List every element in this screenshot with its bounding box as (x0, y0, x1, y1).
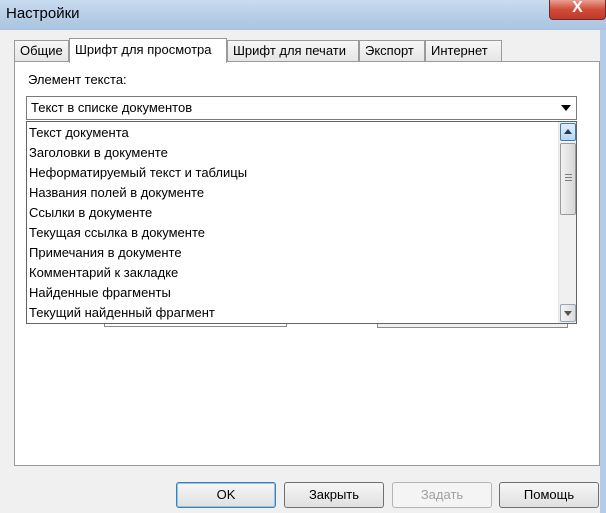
ok-button[interactable]: OK (176, 482, 276, 508)
tab-internet[interactable]: Интернет (425, 40, 502, 61)
tab-view-font[interactable]: Шрифт для просмотра (69, 38, 227, 63)
apply-button[interactable]: Задать (392, 482, 492, 508)
tab-label: Общие (20, 43, 63, 58)
close-icon: X (572, 0, 583, 16)
list-item[interactable]: Неформатируемый текст и таблицы (29, 163, 247, 183)
settings-dialog: Настройки X Общие Шрифт для просмотра Шр… (0, 0, 606, 513)
list-item[interactable]: Текущая ссылка в документе (29, 223, 205, 243)
close-button[interactable]: Закрыть (284, 482, 384, 508)
title-bar[interactable]: Настройки X (0, 0, 606, 30)
tab-label: Шрифт для печати (233, 43, 346, 58)
list-item[interactable]: Комментарий к закладке (29, 263, 178, 283)
scroll-down-button[interactable] (560, 304, 576, 322)
grip-line (565, 177, 572, 178)
selected-value: Текст в списке документов (31, 100, 193, 115)
tab-label: Экспорт (365, 43, 414, 58)
list-item[interactable]: Заголовки в документе (29, 143, 168, 163)
arrow-up-icon (564, 129, 572, 134)
text-element-select[interactable]: Текст в списке документов (26, 96, 577, 120)
arrow-down-icon (564, 311, 572, 316)
list-item[interactable]: Ссылки в документе (29, 203, 152, 223)
text-element-label: Элемент текста: (28, 72, 127, 87)
scroll-thumb[interactable] (560, 143, 576, 215)
tab-print-font[interactable]: Шрифт для печати (227, 40, 359, 61)
window-frame-right (600, 30, 606, 513)
grip-line (565, 174, 572, 175)
dropdown-toggle-button[interactable] (557, 98, 575, 118)
scroll-up-button[interactable] (560, 123, 576, 141)
list-item[interactable]: Примечания в документе (29, 243, 182, 263)
tab-export[interactable]: Экспорт (359, 40, 425, 61)
tab-label: Интернет (431, 43, 488, 58)
grip-line (565, 180, 572, 181)
list-item[interactable]: Текст документа (29, 123, 129, 143)
window-title: Настройки (6, 5, 80, 22)
list-item[interactable]: Текущий найденный фрагмент (29, 303, 215, 323)
list-item[interactable]: Названия полей в документе (29, 183, 204, 203)
close-window-button[interactable]: X (549, 0, 606, 20)
list-item[interactable]: Найденные фрагменты (29, 283, 171, 303)
tab-general[interactable]: Общие (14, 40, 69, 61)
tab-label: Шрифт для просмотра (75, 42, 212, 57)
help-button[interactable]: Помощь (499, 482, 599, 508)
text-element-dropdown-list: Текст документа Заголовки в документе Не… (26, 121, 577, 324)
chevron-down-icon (561, 105, 571, 111)
list-scrollbar[interactable] (558, 122, 576, 323)
